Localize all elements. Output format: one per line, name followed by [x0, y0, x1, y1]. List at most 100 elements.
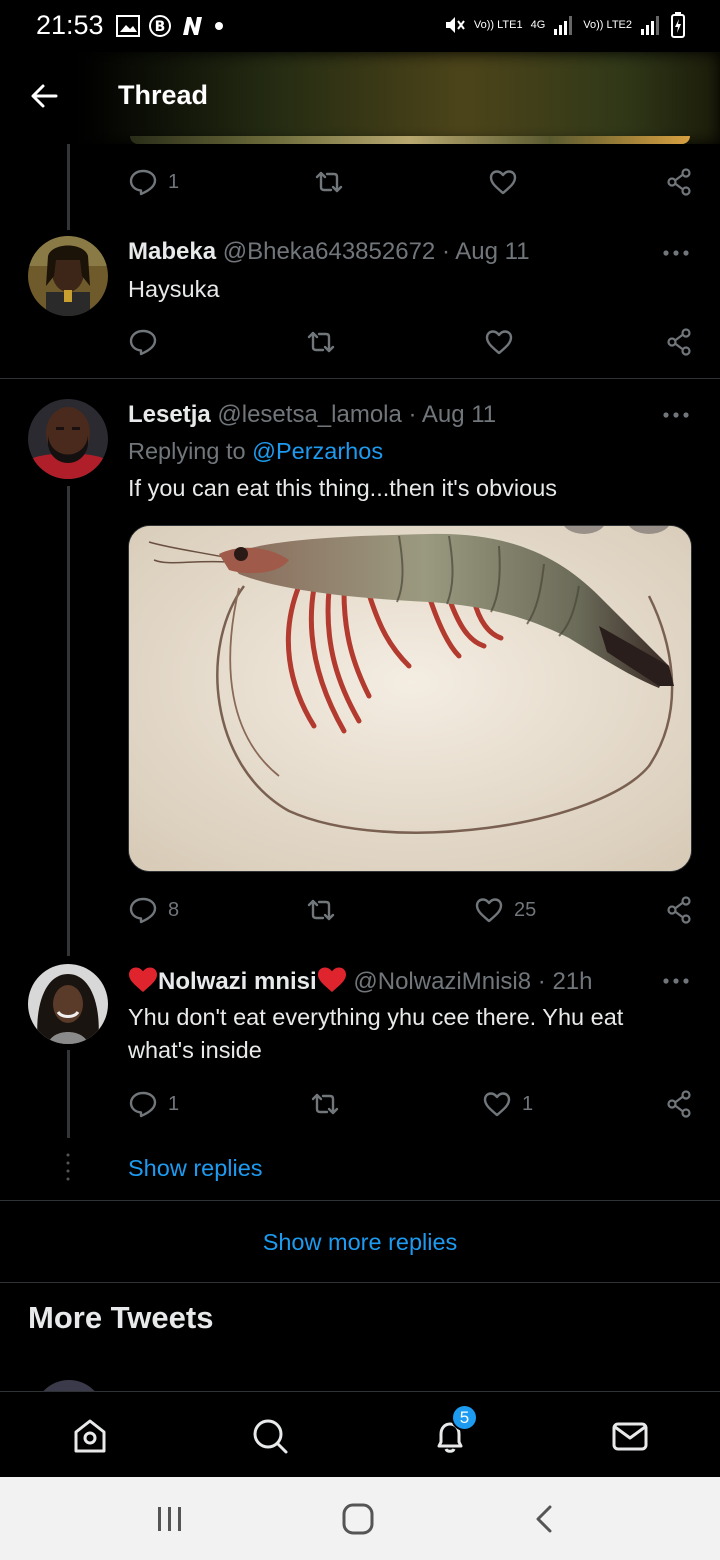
- more-tweets-heading: More Tweets: [28, 1300, 214, 1335]
- like-button[interactable]: [488, 164, 518, 200]
- heart-emoji-icon: [129, 967, 157, 992]
- tweet-date: · 21h: [537, 968, 593, 995]
- heart-icon: [475, 898, 503, 923]
- heart-emoji-icon: [317, 967, 346, 992]
- share-icon: [667, 896, 691, 924]
- tweet-text: Yhu don't eat everything yhu cee there. …: [128, 1004, 624, 1063]
- status-time: 21:53: [36, 10, 104, 40]
- mention-link[interactable]: @Perzarhos: [252, 438, 383, 464]
- heart-icon: [485, 330, 513, 355]
- previous-media-edge: [130, 136, 690, 144]
- reply-icon: [129, 897, 157, 924]
- battery-charging-icon: [671, 12, 685, 38]
- share-icon: [667, 1090, 691, 1118]
- retweet-icon: [307, 331, 335, 353]
- avatar[interactable]: [28, 399, 108, 479]
- bottom-nav: [0, 1391, 720, 1477]
- retweet-button[interactable]: [314, 164, 344, 200]
- tweet-meta: Lesetja @lesetsa_lamola · Aug 11: [128, 401, 496, 429]
- author-handle[interactable]: @NolwaziMnisi8: [353, 968, 531, 995]
- author-name[interactable]: Lesetja: [128, 401, 211, 428]
- page-title: Thread: [118, 80, 209, 110]
- reply-button[interactable]: 1: [128, 164, 179, 200]
- avatar[interactable]: [28, 236, 108, 316]
- shrimp-image: [129, 526, 691, 871]
- author-name[interactable]: Mabeka: [128, 238, 216, 265]
- reply-icon: [129, 329, 157, 356]
- tweet-date: · Aug 11: [441, 238, 530, 265]
- thread-line: [67, 486, 70, 956]
- retweet-button[interactable]: [306, 892, 336, 928]
- tweet-actions: 1 1: [128, 1086, 694, 1122]
- author-name[interactable]: Nolwazi mnisi: [158, 968, 317, 995]
- tweet-actions: 1: [128, 164, 694, 200]
- signal2-icon: [641, 16, 659, 35]
- home-icon[interactable]: [70, 1416, 110, 1456]
- replying-to: Replying to @Perzarhos: [128, 438, 384, 464]
- share-button[interactable]: [664, 164, 694, 200]
- dot-icon: [215, 22, 223, 30]
- heart-icon: [483, 1092, 511, 1117]
- thread-line: [67, 144, 70, 230]
- notifications-badge: 5: [451, 1404, 478, 1431]
- reply-count: 1: [168, 1092, 180, 1115]
- tweet-image[interactable]: [128, 525, 692, 872]
- author-handle[interactable]: @Bheka643852672: [223, 238, 436, 265]
- n-logo-icon: [183, 17, 202, 35]
- divider: [0, 1282, 720, 1283]
- retweet-button[interactable]: [310, 1086, 340, 1122]
- back-chevron-icon[interactable]: [526, 1501, 566, 1537]
- thread-dots-icon: [66, 1153, 70, 1181]
- reply-button[interactable]: 1: [128, 1086, 179, 1122]
- tweet-text: Haysuka: [128, 276, 220, 302]
- more-options-icon[interactable]: [662, 976, 690, 986]
- tweet-actions: [128, 324, 694, 360]
- retweet-icon: [307, 899, 335, 921]
- back-arrow-icon[interactable]: [26, 78, 62, 114]
- show-more-replies-button[interactable]: Show more replies: [0, 1202, 720, 1282]
- reply-icon: [129, 1091, 157, 1118]
- reply-button[interactable]: [128, 324, 158, 360]
- status-right-icons: Vo)) LTE1 4G Vo)) LTE2: [442, 12, 686, 38]
- mute-icon: [445, 17, 465, 33]
- status-left-icons: B: [116, 14, 224, 38]
- divider: [0, 378, 720, 379]
- share-button[interactable]: [664, 892, 694, 928]
- avatar[interactable]: [28, 964, 108, 1044]
- share-icon: [667, 328, 691, 356]
- gallery-icon: [116, 15, 140, 37]
- thread-line: [67, 1050, 70, 1138]
- author-handle[interactable]: @lesetsa_lamola: [217, 401, 401, 428]
- divider: [0, 1200, 720, 1201]
- tweet-meta: Mabeka @Bheka643852672 · Aug 11: [128, 238, 530, 266]
- header: Thread: [0, 52, 720, 144]
- network-lte2: Vo)) LTE2: [583, 18, 632, 31]
- tweet-actions: 8 25: [128, 892, 694, 928]
- retweet-icon: [311, 1093, 339, 1115]
- retweet-icon: [315, 171, 343, 193]
- share-button[interactable]: [664, 324, 694, 360]
- like-count: 25: [514, 898, 537, 921]
- like-count: 1: [522, 1092, 534, 1115]
- share-icon: [667, 168, 691, 196]
- reply-button[interactable]: 8: [128, 892, 179, 928]
- network-4g: 4G: [530, 18, 546, 31]
- like-button[interactable]: [484, 324, 514, 360]
- like-button[interactable]: 1: [482, 1086, 533, 1122]
- more-options-icon[interactable]: [662, 410, 690, 420]
- system-nav-bar: [0, 1477, 720, 1560]
- signal1-icon: [554, 16, 573, 35]
- status-bar: 21:53 B Vo)) LTE1 4G Vo)) LTE2: [0, 0, 720, 52]
- retweet-button[interactable]: [306, 324, 336, 360]
- recents-icon[interactable]: [150, 1501, 190, 1537]
- home-circle-icon[interactable]: [338, 1501, 378, 1537]
- more-options-icon[interactable]: [662, 248, 690, 258]
- b-circle-icon: B: [149, 15, 171, 37]
- show-replies-link[interactable]: Show replies: [128, 1155, 263, 1182]
- messages-envelope-icon[interactable]: [610, 1416, 650, 1456]
- reply-count: 8: [168, 898, 180, 921]
- share-button[interactable]: [664, 1086, 694, 1122]
- like-button[interactable]: 25: [474, 892, 536, 928]
- tweet-meta: Nolwazi mnisi @NolwaziMnisi8 · 21h: [128, 966, 593, 996]
- search-icon[interactable]: [250, 1416, 290, 1456]
